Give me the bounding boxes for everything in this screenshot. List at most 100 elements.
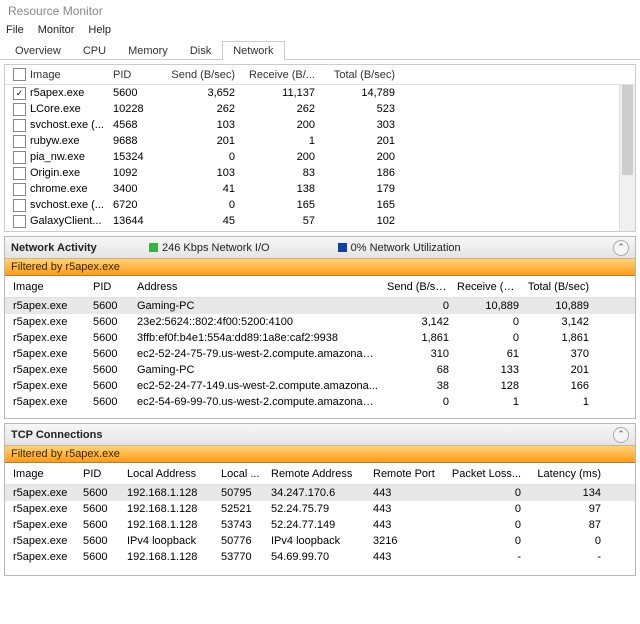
collapse-icon[interactable]: ⌃ [613, 427, 629, 443]
col-pid[interactable]: PID [89, 281, 133, 293]
row-checkbox[interactable] [13, 199, 26, 212]
col-recv[interactable]: Receive (B/... [239, 69, 319, 81]
menu-file[interactable]: File [6, 24, 24, 36]
cell-local-port: 52521 [217, 503, 267, 515]
col-local-port[interactable]: Local ... [217, 468, 267, 480]
table-row[interactable]: r5apex.exe5600Gaming-PC68133201 [5, 362, 635, 378]
row-checkbox[interactable] [13, 135, 26, 148]
tab-disk[interactable]: Disk [179, 41, 222, 60]
tab-cpu[interactable]: CPU [72, 41, 117, 60]
cell-send: 3,652 [159, 87, 239, 99]
scrollbar-thumb[interactable] [622, 85, 633, 175]
table-row[interactable]: rubyw.exe96882011201 [5, 133, 635, 149]
table-row[interactable]: r5apex.exe5600192.168.1.1285374352.24.77… [5, 517, 635, 533]
table-row[interactable]: r5apex.exe5600ec2-52-24-75-79.us-west-2.… [5, 346, 635, 362]
col-image[interactable]: Image [9, 468, 79, 480]
table-row[interactable]: r5apex.exe5600ec2-54-69-99-70.us-west-2.… [5, 394, 635, 410]
grid-header: Image PID Send (B/sec) Receive (B/... To… [5, 65, 635, 85]
col-pid[interactable]: PID [79, 468, 123, 480]
cell-send: 103 [159, 167, 239, 179]
table-row[interactable]: r5apex.exe5600192.168.1.1285252152.24.75… [5, 501, 635, 517]
cell-total: 10,889 [523, 300, 593, 312]
tab-memory[interactable]: Memory [117, 41, 179, 60]
row-checkbox[interactable] [13, 103, 26, 116]
cell-recv: 165 [239, 199, 319, 211]
table-row[interactable]: r5apex.exe56003ffb:ef0f:b4e1:554a:dd89:1… [5, 330, 635, 346]
scrollbar[interactable] [619, 85, 635, 231]
table-row[interactable]: GalaxyClient...136444557102 [5, 213, 635, 229]
row-checkbox[interactable] [13, 167, 26, 180]
col-send[interactable]: Send (B/sec) [159, 69, 239, 81]
table-row[interactable]: Origin.exe109210383186 [5, 165, 635, 181]
table-row[interactable]: r5apex.exe560023e2:5624::802:4f00:5200:4… [5, 314, 635, 330]
cell-packet-loss: 0 [447, 535, 525, 547]
col-remote-address[interactable]: Remote Address [267, 468, 369, 480]
col-packet-loss[interactable]: Packet Loss... [447, 468, 525, 480]
cell-local-port: 50795 [217, 487, 267, 499]
col-latency[interactable]: Latency (ms) [525, 468, 605, 480]
col-remote-port[interactable]: Remote Port [369, 468, 447, 480]
cell-pid: 5600 [89, 316, 133, 328]
collapse-icon[interactable]: ⌃ [613, 240, 629, 256]
table-row[interactable]: r5apex.exe5600Gaming-PC010,88910,889 [5, 298, 635, 314]
select-all-checkbox[interactable] [13, 68, 26, 81]
grid-header: Image PID Local Address Local ... Remote… [5, 463, 635, 485]
row-checkbox[interactable] [13, 119, 26, 132]
cell-send: 262 [159, 103, 239, 115]
col-address[interactable]: Address [133, 281, 383, 293]
row-checkbox[interactable]: ✓ [13, 87, 26, 100]
cell-remote-address: 52.24.75.79 [267, 503, 369, 515]
menu-help[interactable]: Help [88, 24, 111, 36]
col-send[interactable]: Send (B/sec) [383, 281, 453, 293]
table-row[interactable]: r5apex.exe5600192.168.1.1285079534.247.1… [5, 485, 635, 501]
col-pid[interactable]: PID [109, 69, 159, 81]
col-image[interactable]: Image [30, 69, 61, 81]
table-row[interactable]: r5apex.exe5600192.168.1.1285377054.69.99… [5, 549, 635, 565]
cell-send: 0 [383, 396, 453, 408]
table-row[interactable]: svchost.exe (...67200165165 [5, 197, 635, 213]
cell-packet-loss: 0 [447, 503, 525, 515]
cell-image: svchost.exe (... [30, 199, 104, 211]
col-local-address[interactable]: Local Address [123, 468, 217, 480]
col-total[interactable]: Total (B/sec) [523, 281, 593, 293]
filter-bar: Filtered by r5apex.exe [5, 446, 635, 463]
section-header[interactable]: TCP Connections ⌃ [5, 424, 635, 446]
col-total[interactable]: Total (B/sec) [319, 69, 399, 81]
cell-local-address: 192.168.1.128 [123, 551, 217, 563]
table-row[interactable]: chrome.exe340041138179 [5, 181, 635, 197]
cell-total: 179 [319, 183, 399, 195]
row-checkbox[interactable] [13, 183, 26, 196]
cell-send: 1,861 [383, 332, 453, 344]
cell-recv: 138 [239, 183, 319, 195]
row-checkbox[interactable] [13, 151, 26, 164]
menu-monitor[interactable]: Monitor [38, 24, 75, 36]
row-checkbox[interactable] [13, 215, 26, 228]
cell-total: 14,789 [319, 87, 399, 99]
cell-latency: 87 [525, 519, 605, 531]
cell-image: pia_nw.exe [30, 151, 85, 163]
table-row[interactable]: LCore.exe10228262262523 [5, 101, 635, 117]
tcp-connections-section: TCP Connections ⌃ Filtered by r5apex.exe… [4, 423, 636, 576]
cell-remote-address: 52.24.77.149 [267, 519, 369, 531]
tab-overview[interactable]: Overview [4, 41, 72, 60]
cell-pid: 3400 [109, 183, 159, 195]
table-row[interactable]: r5apex.exe5600ec2-52-24-77-149.us-west-2… [5, 378, 635, 394]
network-io-stat: 246 Kbps Network I/O [162, 242, 270, 254]
tab-network[interactable]: Network [222, 41, 284, 60]
table-row[interactable]: r5apex.exe5600IPv4 loopback50776IPv4 loo… [5, 533, 635, 549]
table-row[interactable]: pia_nw.exe153240200200 [5, 149, 635, 165]
cell-remote-port: 443 [369, 503, 447, 515]
section-header[interactable]: Network Activity 246 Kbps Network I/O 0%… [5, 237, 635, 259]
window-title: Resource Monitor [0, 0, 640, 22]
cell-recv: 1 [453, 396, 523, 408]
table-row[interactable]: svchost.exe (...4568103200303 [5, 117, 635, 133]
table-row[interactable]: ✓r5apex.exe56003,65211,13714,789 [5, 85, 635, 101]
cell-image: svchost.exe (... [30, 119, 104, 131]
cell-remote-port: 3216 [369, 535, 447, 547]
cell-image: r5apex.exe [9, 300, 89, 312]
col-recv[interactable]: Receive (B/... [453, 281, 523, 293]
col-image[interactable]: Image [9, 281, 89, 293]
io-indicator-icon [149, 243, 158, 252]
cell-total: 370 [523, 348, 593, 360]
cell-packet-loss: 0 [447, 487, 525, 499]
